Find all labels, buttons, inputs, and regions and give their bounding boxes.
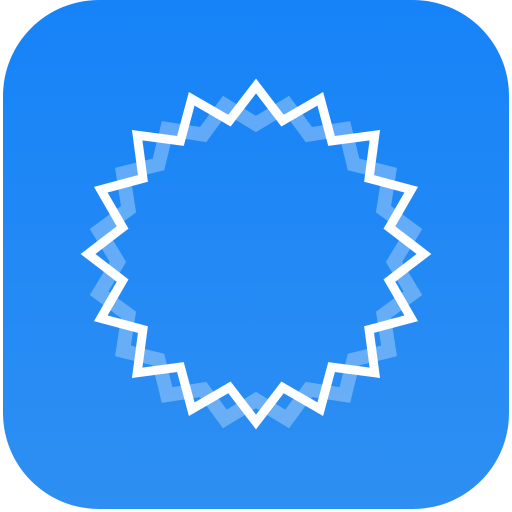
icon-background [3, 0, 509, 509]
app-icon[interactable] [3, 0, 509, 509]
app-icon-artwork [3, 0, 509, 509]
screen [0, 0, 512, 512]
